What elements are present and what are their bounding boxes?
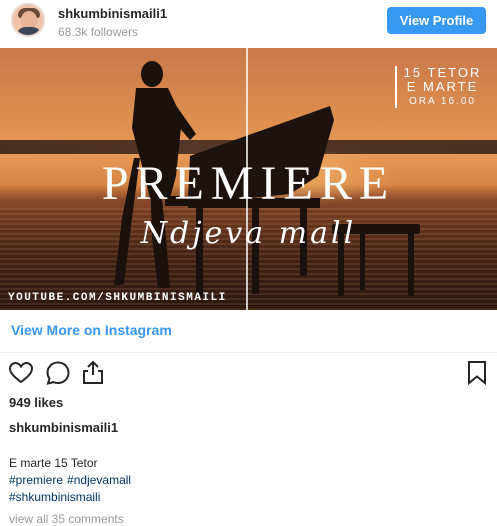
hashtag-ndjevamall[interactable]: #ndjevamall	[67, 473, 131, 487]
youtube-watermark: YOUTUBE.COM/SHKUMBINISMAILI	[8, 292, 227, 304]
bookmark-icon[interactable]	[466, 360, 488, 386]
caption-username[interactable]: shkumbinismaili1	[9, 420, 118, 435]
caption-text: E marte 15 Tetor	[9, 456, 98, 470]
event-date: 15 TETOR	[403, 65, 482, 80]
view-profile-button[interactable]: View Profile	[387, 7, 486, 34]
hashtag-premiere[interactable]: #premiere	[9, 473, 63, 487]
follower-count: 68.3k followers	[58, 25, 139, 39]
post-header: shkumbinismaili1 68.3k followers View Pr…	[0, 0, 497, 48]
event-info: 15 TETOR E MARTE ORA 16.00	[395, 66, 490, 108]
event-day: E MARTE	[406, 79, 479, 94]
header-username[interactable]: shkumbinismaili1	[58, 6, 167, 21]
post-image[interactable]: 15 TETOR E MARTE ORA 16.00 PREMIERE Ndje…	[0, 48, 497, 310]
event-time: ORA 16.00	[409, 96, 476, 107]
avatar-shirt	[16, 27, 42, 35]
premiere-title: PREMIERE	[101, 157, 396, 210]
song-title: Ndjeva mall	[140, 216, 357, 251]
comment-icon[interactable]	[45, 360, 71, 386]
share-icon[interactable]	[81, 359, 105, 385]
section-divider	[0, 352, 497, 353]
hashtag-shkumbinismaili[interactable]: #shkumbinismaili	[9, 490, 100, 504]
avatar[interactable]	[11, 3, 45, 37]
heart-icon[interactable]	[8, 361, 34, 385]
like-count[interactable]: 949 likes	[9, 395, 63, 410]
hashtag-line-1: #premiere #ndjevamall	[9, 473, 135, 487]
event-bar	[395, 66, 397, 108]
view-more-link[interactable]: View More on Instagram	[11, 322, 172, 338]
